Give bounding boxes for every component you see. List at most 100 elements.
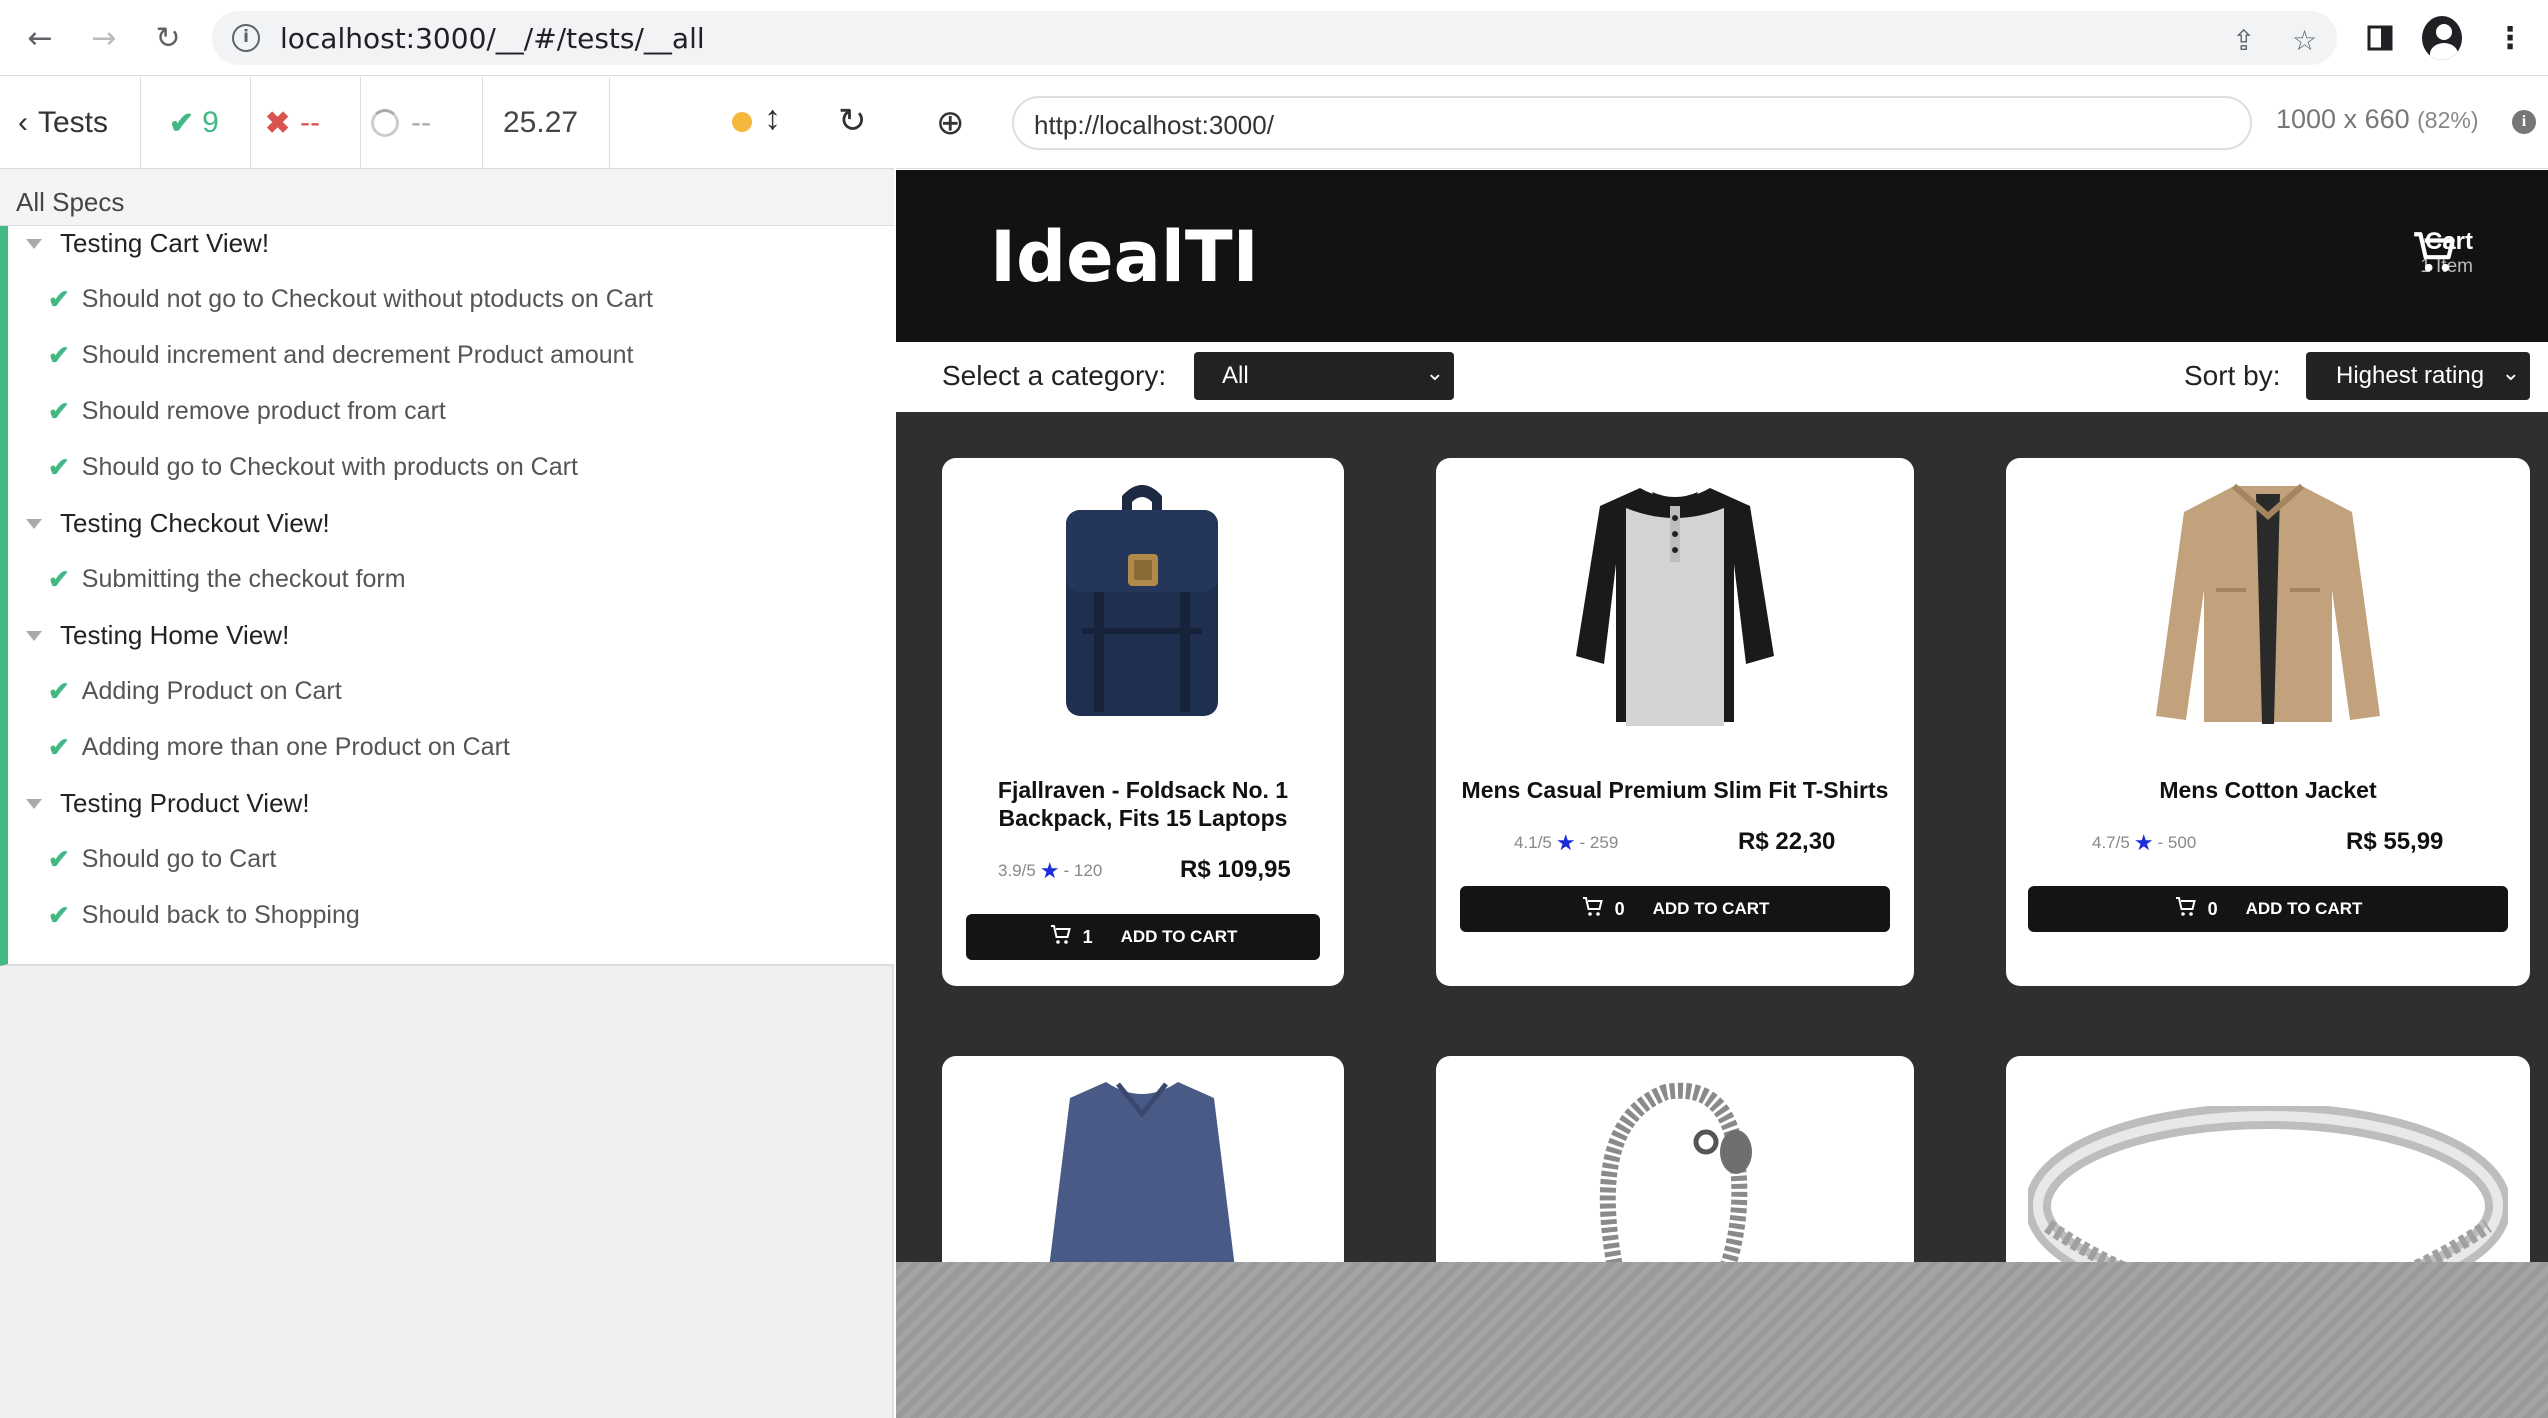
check-icon: ✔ <box>48 340 70 370</box>
pending-circle-icon <box>371 109 399 137</box>
suite-title: Testing Checkout View! <box>60 508 330 538</box>
product-card[interactable] <box>1436 1056 1914 1262</box>
bookmark-star-icon[interactable]: ☆ <box>2292 24 2317 57</box>
all-specs-label[interactable]: All Specs <box>0 170 894 226</box>
product-card[interactable]: Mens Cotton Jacket 4.7/5 ★ - 500 R$ 55,99 … <box>2006 458 2530 986</box>
rating-value: 3.9/5 <box>998 861 1036 880</box>
back-arrow-icon[interactable]: ← <box>20 18 60 58</box>
suite-title: Testing Product View! <box>60 788 310 818</box>
app-header: IdealTI Cart 1 Item <box>896 170 2548 342</box>
star-icon: ★ <box>1555 830 1576 855</box>
suite-checkout-view[interactable]: Testing Checkout View! <box>26 508 330 539</box>
check-icon: ✔ <box>48 844 70 874</box>
cart-icon[interactable] <box>2410 228 2460 282</box>
suite-title: Testing Home View! <box>60 620 290 650</box>
resize-vertical-icon[interactable]: ↕ <box>764 99 781 138</box>
reporter-header: ‹ Tests ✔ 9 ✖ -- -- 25.27 ↕ ↻ <box>0 77 894 169</box>
add-to-cart-button[interactable]: 0 ADD TO CART <box>1460 886 1890 932</box>
selector-playground-crosshair-icon[interactable]: ⊕ <box>936 103 965 143</box>
suite-product-view[interactable]: Testing Product View! <box>26 788 310 819</box>
category-label: Select a category: <box>942 360 1167 391</box>
product-price: R$ 55,99 <box>2346 828 2444 855</box>
test-item[interactable]: ✔ Should increment and decrement Product … <box>48 340 634 371</box>
address-bar[interactable]: i localhost:3000/__/#/tests/__all ⇪ ☆ <box>212 11 2337 65</box>
test-title: Should remove product from cart <box>81 397 446 425</box>
chevron-down-icon: ⌄ <box>1425 360 1444 385</box>
tests-back-button[interactable]: ‹ Tests <box>0 77 141 169</box>
side-panel-icon[interactable] <box>2360 18 2400 58</box>
test-item[interactable]: ✔ Adding more than one Product on Cart <box>48 732 510 763</box>
test-item[interactable]: ✔ Should go to Cart <box>48 844 276 875</box>
rating-count: - 500 <box>2157 833 2197 852</box>
product-card[interactable] <box>942 1056 1344 1262</box>
test-title: Should go to Cart <box>81 845 277 873</box>
check-icon: ✔ <box>48 732 70 762</box>
suite-title: Testing Cart View! <box>60 228 270 258</box>
share-icon[interactable]: ⇪ <box>2232 24 2255 57</box>
runner-url[interactable]: http://localhost:3000/ <box>1012 96 2252 150</box>
suite-cart-view[interactable]: Testing Cart View! <box>26 228 269 259</box>
run-duration: 25.27 <box>483 77 610 169</box>
sort-label: Sort by: <box>2184 360 2281 391</box>
bracelet-image <box>1599 1082 1752 1262</box>
check-icon: ✔ <box>48 284 70 314</box>
tests-back-label: Tests <box>38 106 109 139</box>
test-title: Adding more than one Product on Cart <box>81 733 510 761</box>
cart-qty: 1 <box>1082 926 1093 947</box>
add-to-cart-button[interactable]: 0 ADD TO CART <box>2028 886 2508 932</box>
star-icon: ★ <box>2133 830 2154 855</box>
address-url[interactable]: localhost:3000/__/#/tests/__all <box>280 22 705 55</box>
test-item[interactable]: ✔ Should go to Checkout with products on … <box>48 452 578 483</box>
menu-dots-icon[interactable]: ⋮ <box>2490 18 2530 58</box>
cart-qty: 0 <box>1614 898 1625 919</box>
test-item[interactable]: ✔ Submitting the checkout form <box>48 564 406 595</box>
browser-toolbar: ← → ↻ i localhost:3000/__/#/tests/__all … <box>0 0 2548 76</box>
product-card[interactable] <box>2006 1056 2530 1262</box>
profile-avatar[interactable] <box>2422 16 2462 60</box>
product-title[interactable]: Fjallraven - Foldsack No. 1 Backpack, Fi… <box>942 776 1344 832</box>
jacket-image <box>2156 483 2380 724</box>
test-title: Should not go to Checkout without ptoduc… <box>81 285 653 313</box>
cart-qty: 0 <box>2207 898 2218 919</box>
check-icon: ✔ <box>48 564 70 594</box>
sort-selected: Highest rating <box>2336 362 2485 389</box>
rerun-icon[interactable]: ↻ <box>838 101 867 141</box>
collapse-triangle-icon <box>26 630 42 641</box>
check-icon: ✔ <box>48 396 70 426</box>
failed-value: -- <box>300 106 321 139</box>
forward-arrow-icon[interactable]: → <box>84 18 124 58</box>
test-title: Submitting the checkout form <box>81 565 406 593</box>
sort-select[interactable]: Highest rating ⌄ <box>2306 352 2530 400</box>
failed-count: ✖ -- <box>251 77 361 169</box>
product-title[interactable]: Mens Casual Premium Slim Fit T-Shirts <box>1436 776 1914 804</box>
product-card[interactable]: Fjallraven - Foldsack No. 1 Backpack, Fi… <box>942 458 1344 986</box>
viewport-scale: (82%) <box>2417 107 2479 133</box>
test-item[interactable]: ✔ Should back to Shopping <box>48 900 360 931</box>
add-to-cart-button[interactable]: 1 ADD TO CART <box>966 914 1320 960</box>
add-to-cart-label: ADD TO CART <box>1120 927 1238 946</box>
backpack-image <box>1066 485 1218 716</box>
test-item[interactable]: ✔ Should not go to Checkout without ptodu… <box>48 284 653 315</box>
cart-icon <box>1049 923 1073 952</box>
product-title[interactable]: Mens Cotton Jacket <box>2006 776 2530 804</box>
add-to-cart-label: ADD TO CART <box>1652 899 1770 918</box>
reporter-panel: ‹ Tests ✔ 9 ✖ -- -- 25.27 ↕ ↻ All Specs … <box>0 77 894 1418</box>
product-rating: 3.9/5 ★ - 120 <box>998 858 1102 884</box>
check-icon: ✔ <box>48 900 70 930</box>
test-item[interactable]: ✔ Should remove product from cart <box>48 396 446 427</box>
app-viewport: IdealTI Cart 1 Item Select a category: A… <box>896 170 2548 1262</box>
site-info-icon[interactable]: i <box>232 24 260 52</box>
chevron-left-icon: ‹ <box>18 106 28 139</box>
test-item[interactable]: ✔ Adding Product on Cart <box>48 676 342 707</box>
category-select[interactable]: All ⌄ <box>1194 352 1454 400</box>
runner-empty-area <box>896 1262 2548 1418</box>
product-rating: 4.1/5 ★ - 259 <box>1514 830 1618 856</box>
suite-home-view[interactable]: Testing Home View! <box>26 620 289 651</box>
reload-icon[interactable]: ↻ <box>148 18 188 58</box>
check-icon: ✔ <box>169 106 195 140</box>
info-icon[interactable]: i <box>2512 110 2536 134</box>
app-logo[interactable]: IdealTI <box>990 216 1259 298</box>
test-title: Should increment and decrement Product a… <box>81 341 634 369</box>
product-card[interactable]: Mens Casual Premium Slim Fit T-Shirts 4.… <box>1436 458 1914 986</box>
passed-count: ✔ 9 <box>141 77 251 169</box>
